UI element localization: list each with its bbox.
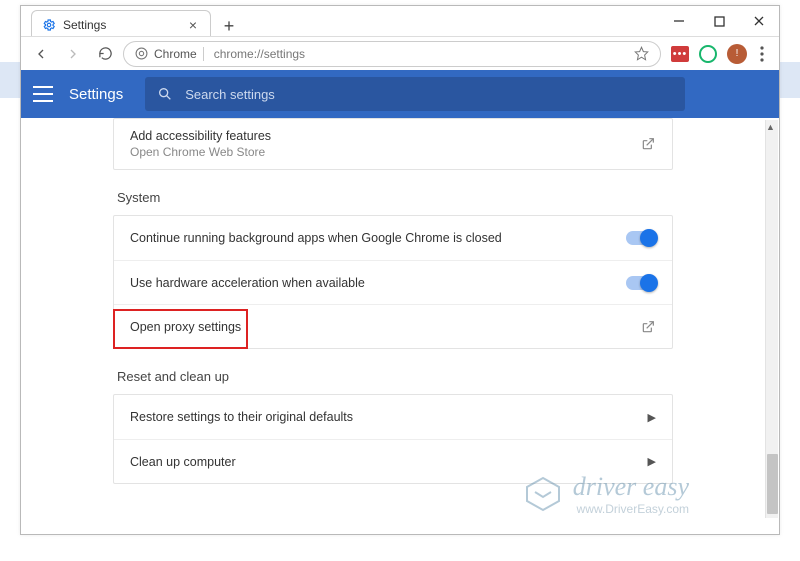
settings-title: Settings <box>69 86 123 103</box>
system-heading: System <box>117 190 673 205</box>
row-label: Add accessibility features <box>130 129 640 143</box>
row-label: Restore settings to their original defau… <box>130 410 648 424</box>
tab-title: Settings <box>63 18 179 32</box>
chrome-menu-icon[interactable] <box>751 43 773 65</box>
toggle-switch[interactable] <box>626 276 656 290</box>
scroll-up-button[interactable]: ▲ <box>764 120 777 134</box>
back-button[interactable] <box>27 40 55 68</box>
url-origin-label: Chrome <box>154 47 204 61</box>
extension-red-icon[interactable]: ••• <box>671 46 689 62</box>
new-tab-button[interactable]: + <box>217 14 241 38</box>
scrollbar-thumb[interactable] <box>767 454 778 514</box>
profile-avatar[interactable]: ! <box>727 44 747 64</box>
toggle-switch[interactable] <box>626 231 656 245</box>
restore-defaults-row[interactable]: Restore settings to their original defau… <box>114 395 672 439</box>
url-text: chrome://settings <box>210 47 305 61</box>
settings-content: Add accessibility features Open Chrome W… <box>21 118 765 534</box>
minimize-button[interactable] <box>659 6 699 36</box>
open-proxy-settings-row[interactable]: Open proxy settings <box>114 304 672 348</box>
row-label: Clean up computer <box>130 455 648 469</box>
browser-toolbar: Chrome chrome://settings ••• ! <box>21 36 779 70</box>
settings-search-box[interactable] <box>145 77 685 111</box>
background-apps-row[interactable]: Continue running background apps when Go… <box>114 216 672 260</box>
add-accessibility-features-row[interactable]: Add accessibility features Open Chrome W… <box>114 119 672 169</box>
bookmark-star-icon[interactable] <box>634 46 650 62</box>
chevron-right-icon: ▶ <box>648 411 656 424</box>
close-tab-icon[interactable]: × <box>186 18 200 32</box>
browser-window: Settings × + Chrome chrome://settings ••… <box>20 5 780 535</box>
tab-settings[interactable]: Settings × <box>31 10 211 38</box>
system-card: Continue running background apps when Go… <box>113 215 673 349</box>
window-controls <box>659 6 779 36</box>
tab-strip: Settings × + <box>21 8 649 38</box>
row-subtitle: Open Chrome Web Store <box>130 145 640 159</box>
external-link-icon <box>640 136 656 152</box>
clean-up-computer-row[interactable]: Clean up computer ▶ <box>114 439 672 483</box>
chrome-icon <box>134 47 148 61</box>
close-window-button[interactable] <box>739 6 779 36</box>
row-label: Use hardware acceleration when available <box>130 276 626 290</box>
chevron-right-icon: ▶ <box>648 455 656 468</box>
row-label: Open proxy settings <box>130 320 640 334</box>
forward-button[interactable] <box>59 40 87 68</box>
accessibility-card: Add accessibility features Open Chrome W… <box>113 118 673 170</box>
extension-icons: ••• <box>665 45 723 63</box>
address-bar[interactable]: Chrome chrome://settings <box>123 41 661 67</box>
gear-icon <box>42 18 56 32</box>
maximize-button[interactable] <box>699 6 739 36</box>
row-label: Continue running background apps when Go… <box>130 231 626 245</box>
extension-green-circle-icon[interactable] <box>699 45 717 63</box>
external-link-icon <box>640 319 656 335</box>
reset-card: Restore settings to their original defau… <box>113 394 673 484</box>
hamburger-menu-icon[interactable] <box>33 86 53 102</box>
settings-search-input[interactable] <box>185 87 673 102</box>
search-icon <box>157 86 173 102</box>
hardware-acceleration-row[interactable]: Use hardware acceleration when available <box>114 260 672 304</box>
settings-header: Settings <box>21 70 779 118</box>
reload-button[interactable] <box>91 40 119 68</box>
reset-heading: Reset and clean up <box>117 369 673 384</box>
